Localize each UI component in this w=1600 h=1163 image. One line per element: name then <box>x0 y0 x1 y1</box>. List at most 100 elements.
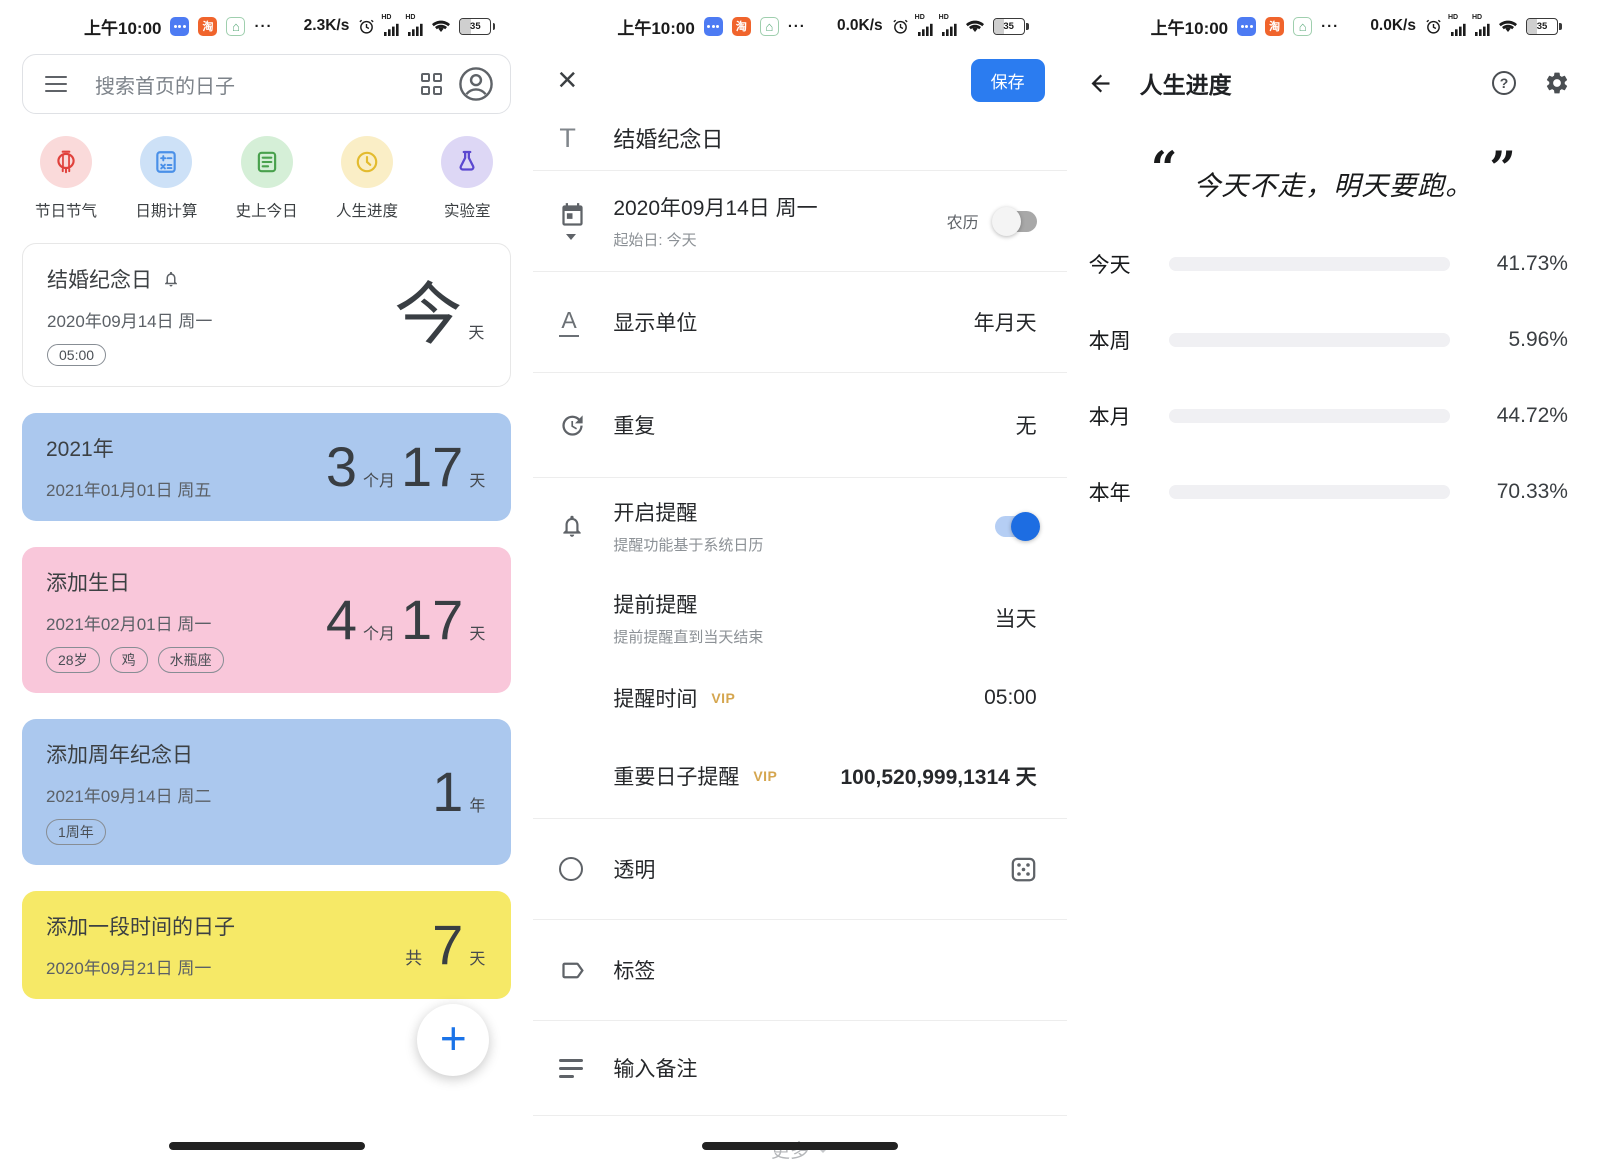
lunar-toggle[interactable] <box>995 211 1037 232</box>
notification-overflow-icon: ··· <box>1321 18 1339 35</box>
advance-reminder-row[interactable]: 提前提醒 提前提醒直到当天结束 当天 <box>533 574 1066 662</box>
card-count: 4个月 17天 <box>326 592 487 648</box>
card-title: 结婚纪念日 <box>47 264 152 294</box>
dice-icon[interactable] <box>1010 856 1037 883</box>
quote-text: 今天不走，明天要跑。 <box>1177 150 1489 203</box>
day-card-anniversary-add[interactable]: 添加周年纪念日 2021年09月14日 周二 1周年 1年 <box>22 719 511 865</box>
sim2-signal-icon: HD <box>408 16 423 36</box>
close-icon[interactable]: × <box>557 63 577 97</box>
battery-icon: 35 <box>459 18 495 35</box>
card-date: 2021年09月14日 周二 <box>46 782 211 807</box>
status-time: 上午10:00 <box>617 14 694 39</box>
shortcut-lab[interactable]: 实验室 <box>427 136 507 221</box>
tag-row[interactable]: 标签 <box>533 920 1066 1020</box>
status-bar: 上午10:00 淘 ⌂ ··· 2.3K/s HD HD 35 <box>0 0 533 46</box>
clock-icon <box>341 136 393 188</box>
bell-icon <box>559 513 585 539</box>
note-row[interactable]: 输入备注 <box>533 1021 1066 1115</box>
search-bar[interactable]: 搜索首页的日子 <box>22 54 511 114</box>
gear-icon <box>1544 70 1570 96</box>
close-quote-icon: ” <box>1489 150 1515 187</box>
transparency-row[interactable]: 透明 <box>533 819 1066 919</box>
day-title-input[interactable]: 结婚纪念日 <box>613 127 723 152</box>
taobao-notification-icon: 淘 <box>1265 17 1284 36</box>
day-card-birthday[interactable]: 添加生日 2021年02月01日 周一 28岁 鸡 水瓶座 4个月 17天 <box>22 547 511 693</box>
reminder-toggle[interactable] <box>995 516 1037 537</box>
card-date: 2021年02月01日 周一 <box>46 610 224 635</box>
shortcut-date-calculator[interactable]: 日期计算 <box>126 136 206 221</box>
title-field-row[interactable]: T 结婚纪念日 <box>533 106 1066 170</box>
status-bar: 上午10:00 淘 ⌂ ··· 0.0K/s HD HD 35 <box>533 0 1066 46</box>
card-date: 2021年01月01日 周五 <box>46 476 211 501</box>
shortcut-today-in-history[interactable]: 史上今日 <box>227 136 307 221</box>
progress-row-today: 今天 41.73% <box>1067 249 1600 279</box>
card-count: 1年 <box>432 764 487 820</box>
row-label: 重要日子提醒 <box>613 761 739 791</box>
daily-quote: “ 今天不走，明天要跑。 ” <box>1067 150 1600 203</box>
shortcut-life-progress[interactable]: 人生进度 <box>327 136 407 221</box>
notes-icon <box>559 1059 583 1078</box>
circle-icon <box>559 857 583 881</box>
row-label: 标签 <box>613 960 655 983</box>
date-row[interactable]: 2020年09月14日 周一 起始日: 今天 农历 <box>533 171 1066 271</box>
card-title: 添加周年纪念日 <box>46 739 211 769</box>
save-button[interactable]: 保存 <box>971 59 1045 102</box>
day-card-2021[interactable]: 2021年 2021年01月01日 周五 3个月 17天 <box>22 413 511 521</box>
network-speed: 0.0K/s <box>1370 17 1416 35</box>
progress-track <box>1169 257 1450 271</box>
alarm-icon <box>892 18 909 35</box>
display-unit-row[interactable]: A 显示单位 年月天 <box>533 272 1066 372</box>
vip-badge: VIP <box>753 768 777 784</box>
settings-button[interactable] <box>1544 70 1570 96</box>
important-day-reminder-row[interactable]: 重要日子提醒 VIP 100,520,999,1314 天 <box>533 734 1066 818</box>
reminder-toggle-row[interactable]: 开启提醒 提醒功能基于系统日历 <box>533 478 1066 574</box>
advance-value: 当天 <box>995 603 1037 633</box>
card-count: 3个月 17天 <box>326 439 487 495</box>
repeat-icon <box>559 412 586 439</box>
page-title: 人生进度 <box>1140 66 1464 100</box>
taobao-notification-icon: 淘 <box>732 17 751 36</box>
home-indicator[interactable] <box>702 1142 898 1150</box>
lunar-label: 农历 <box>947 209 979 233</box>
reminder-time-row[interactable]: 提醒时间 VIP 05:00 <box>533 662 1066 734</box>
shortcut-label: 人生进度 <box>336 199 398 221</box>
network-speed: 0.0K/s <box>837 17 883 35</box>
shortcut-label: 实验室 <box>444 199 491 221</box>
day-card-period[interactable]: 添加一段时间的日子 2020年09月21日 周一 共 7天 <box>22 891 511 999</box>
notification-overflow-icon: ··· <box>254 18 272 35</box>
grid-view-icon[interactable] <box>421 73 443 95</box>
messenger-notification-icon <box>1237 17 1256 36</box>
day-card-anniversary[interactable]: 结婚纪念日 2020年09月14日 周一 05:00 今天 <box>22 243 511 387</box>
note-input[interactable]: 输入备注 <box>613 1058 697 1081</box>
plus-icon: + <box>440 1015 467 1061</box>
progress-percent: 5.96% <box>1476 328 1568 352</box>
wifi-icon <box>432 19 450 33</box>
alarm-icon <box>358 18 375 35</box>
important-days-value: 100,520,999,1314 天 <box>840 761 1036 791</box>
messenger-notification-icon <box>704 17 723 36</box>
row-sub: 提醒功能基于系统日历 <box>613 534 994 555</box>
help-icon: ? <box>1492 71 1516 95</box>
menu-icon[interactable] <box>43 70 69 99</box>
search-input[interactable]: 搜索首页的日子 <box>95 70 421 99</box>
document-icon <box>241 136 293 188</box>
progress-list: 今天 41.73% 本周 5.96% 本月 44.72% 本年 70.33% <box>1067 249 1600 507</box>
status-time: 上午10:00 <box>1151 14 1228 39</box>
card-badge: 1周年 <box>46 819 106 845</box>
help-button[interactable]: ? <box>1492 71 1516 95</box>
network-speed: 2.3K/s <box>304 17 350 35</box>
card-badge: 28岁 <box>46 647 100 673</box>
row-label: 显示单位 <box>613 312 697 335</box>
add-day-button[interactable]: + <box>417 1004 489 1076</box>
home-indicator[interactable] <box>169 1142 365 1150</box>
shortcut-festivals[interactable]: 节日节气 <box>26 136 106 221</box>
calendar-icon <box>559 202 586 229</box>
taobao-notification-icon: 淘 <box>198 17 217 36</box>
sim2-signal-icon: HD <box>942 16 957 36</box>
notification-overflow-icon: ··· <box>788 18 806 35</box>
repeat-row[interactable]: 重复 无 <box>533 373 1066 477</box>
unit-format-icon: A <box>559 307 578 337</box>
card-date: 2020年09月14日 周一 <box>47 307 212 332</box>
back-icon[interactable] <box>1087 70 1114 97</box>
account-icon[interactable] <box>458 66 494 102</box>
